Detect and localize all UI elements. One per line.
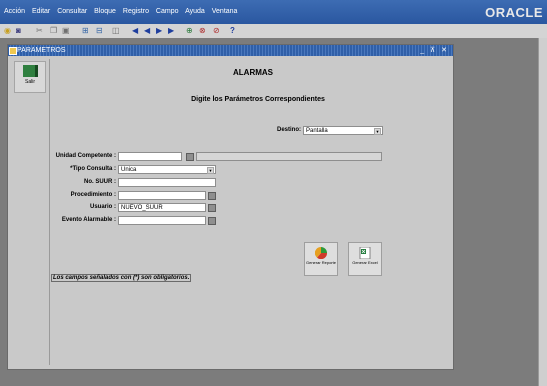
toolbar: ◉ ◙ ✂ ❐ ▣ ⊞ ⊟ ◫ ◀ ◀ ▶ ▶ ⊕ ⊗ ⊘ ? [0,24,547,39]
generar-excel-label: Generar Excel [352,260,378,265]
suur-input[interactable] [118,178,216,187]
evento-input[interactable] [118,216,206,225]
evento-lov-button[interactable] [208,217,216,225]
chevron-down-icon[interactable]: ▼ [374,128,381,135]
menu-campo[interactable]: Campo [156,8,179,15]
copy-icon[interactable]: ❐ [50,26,57,36]
procedimiento-input[interactable] [118,191,206,200]
suur-label: No. SUUR : [84,179,116,185]
insert-icon[interactable]: ⊕ [186,26,193,36]
required-fields-note: Los campos señalados con (*) son obligat… [51,274,192,282]
tipo-consulta-label: *Tipo Consulta : [70,166,116,172]
pie-chart-icon [315,247,327,259]
tipo-consulta-select[interactable]: Unica ▼ [118,165,216,174]
tipo-consulta-value: Unica [121,167,137,173]
salir-label: Salir [24,79,35,85]
destino-select[interactable]: Pantalla ▼ [303,126,383,135]
window-titlebar[interactable]: PARAMETROS _ ⊼ ✕ [8,45,453,56]
excel-icon [359,247,371,259]
cancel-query-icon[interactable]: ◫ [112,26,120,36]
parametros-window: PARAMETROS _ ⊼ ✕ Salir ALARMAS Digite lo… [7,44,454,370]
vertical-scrollbar[interactable] [538,38,547,386]
left-panel: Salir [11,59,50,365]
window-icon [9,47,17,55]
cut-icon[interactable]: ✂ [36,26,43,36]
next-icon[interactable]: ▶ [156,26,162,36]
paste-icon[interactable]: ▣ [62,26,70,36]
menu-bloque[interactable]: Bloque [94,8,116,15]
chevron-down-icon[interactable]: ▼ [207,167,214,174]
query-icon[interactable]: ⊞ [82,26,89,36]
execute-icon[interactable]: ⊟ [96,26,103,36]
procedimiento-lov-button[interactable] [208,192,216,200]
page-subtitle: Digite los Parámetros Correspondientes [191,96,325,103]
unidad-input[interactable] [118,152,182,161]
menu-ventana[interactable]: Ventana [212,8,238,15]
page-title: ALARMAS [233,68,273,77]
evento-label: Evento Alarmable : [61,217,116,223]
prev-icon[interactable]: ◀ [144,26,150,36]
generar-excel-button[interactable]: Generar Excel [348,242,382,276]
generar-reporte-label: Generar Reporte [305,260,336,265]
first-icon[interactable]: ◀ [132,26,138,36]
window-title: PARAMETROS [17,47,66,54]
usuario-label: Usuario : [89,204,116,210]
unidad-lov-button[interactable] [186,153,194,161]
menu-ayuda[interactable]: Ayuda [185,8,205,15]
salir-button[interactable]: Salir [14,61,46,93]
procedimiento-label: Procedimiento : [70,192,116,198]
exit-door-icon [22,65,38,77]
unidad-label: Unidad Competente : [55,153,116,159]
generar-reporte-button[interactable]: Generar Reporte [304,242,338,276]
destino-label: Destino: [277,127,301,133]
last-icon[interactable]: ▶ [168,26,174,36]
menu-registro[interactable]: Registro [123,8,149,15]
usuario-lov-button[interactable] [208,204,216,212]
menu-accion[interactable]: Acción [4,8,25,15]
menu-bar: Acción Editar Consultar Bloque Registro … [0,0,547,24]
unidad-description [196,152,382,161]
help-icon[interactable]: ? [230,26,235,36]
open-icon[interactable]: ◉ [4,26,11,36]
menu-consultar[interactable]: Consultar [57,8,87,15]
oracle-logo: ORACLE [485,5,543,20]
delete-icon[interactable]: ⊗ [199,26,206,36]
clear-icon[interactable]: ⊘ [213,26,220,36]
window-controls[interactable]: _ ⊼ ✕ [420,45,449,56]
menu-items: Acción Editar Consultar Bloque Registro … [4,8,242,15]
menu-editar[interactable]: Editar [32,8,50,15]
usuario-input[interactable]: NUEVO_SUUR [118,203,206,212]
print-icon[interactable]: ◙ [16,26,21,36]
destino-value: Pantalla [306,128,328,134]
